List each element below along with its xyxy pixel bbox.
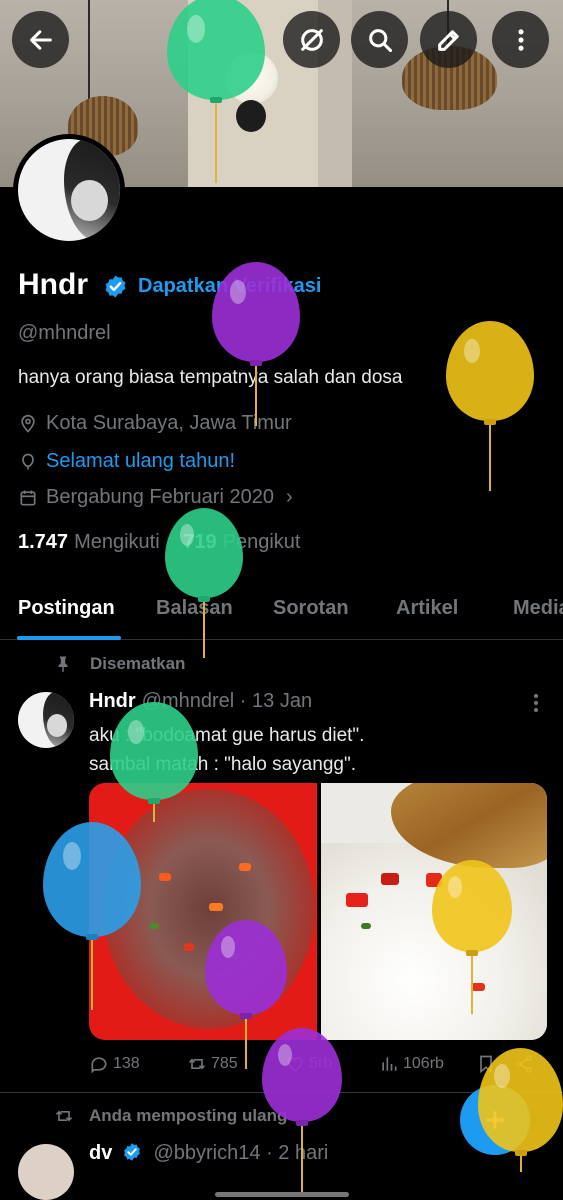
profile-joined[interactable]: Bergabung Februari 2020 › <box>18 486 293 509</box>
translate-toggle-button[interactable] <box>283 11 340 68</box>
balloon-purple <box>212 262 300 432</box>
reply-icon <box>91 1057 107 1074</box>
profile-birthday: Selamat ulang tahun! <box>18 450 235 473</box>
tab-highlights[interactable]: Sorotan <box>273 597 349 620</box>
repost-author-handle: @bbyrich14 <box>153 1142 261 1164</box>
verified-badge-icon[interactable] <box>103 274 128 299</box>
arrow-left-icon <box>29 29 52 50</box>
profile-avatar[interactable] <box>13 134 125 246</box>
balloon-icon <box>22 453 34 469</box>
tab-media[interactable]: Media <box>513 597 563 620</box>
post-author-avatar[interactable] <box>18 692 74 748</box>
edit-profile-button[interactable] <box>420 11 477 68</box>
joined-text: Bergabung Februari 2020 <box>46 486 274 508</box>
search-button[interactable] <box>351 11 408 68</box>
avatar-image <box>18 692 74 748</box>
balloon-blue <box>43 822 141 1012</box>
back-button[interactable] <box>12 11 69 68</box>
more-vertical-icon <box>517 28 524 51</box>
home-indicator <box>215 1192 349 1197</box>
profile-bio: hanya orang biasa tempatnya salah dan do… <box>18 367 403 388</box>
repost-indicator: Anda memposting ulang <box>54 1106 287 1126</box>
balloon-yellow <box>446 321 534 491</box>
repost-icon <box>188 1058 206 1070</box>
profile-handle: @mhndrel <box>18 322 111 344</box>
balloon-green <box>165 508 243 658</box>
reply-count: 138 <box>113 1055 140 1072</box>
birthday-link[interactable]: Selamat ulang tahun! <box>46 450 235 473</box>
views-count: 106rb <box>403 1055 444 1072</box>
avatar-image <box>18 139 120 241</box>
balloon-purple <box>262 1028 342 1200</box>
bar-chart-icon <box>382 1057 397 1071</box>
views-button[interactable]: 106rb <box>379 1054 444 1074</box>
following-link[interactable]: 1.747 Mengikuti <box>18 531 160 553</box>
reply-button[interactable]: 138 <box>89 1054 140 1074</box>
balloon-green <box>167 0 265 195</box>
balloon-yellow <box>432 860 512 1015</box>
repost-author-avatar[interactable] <box>18 1144 74 1200</box>
post-timestamp: · 13 Jan <box>239 690 313 712</box>
repost-label-text: Anda memposting ulang <box>89 1106 288 1125</box>
calendar-icon <box>20 490 36 505</box>
edit-icon <box>437 29 459 51</box>
verified-badge-icon <box>123 1143 140 1161</box>
balloon-yellow <box>478 1048 563 1173</box>
more-options-button[interactable] <box>492 11 549 68</box>
chevron-right-icon: › <box>285 486 293 508</box>
balloon-green <box>110 702 198 822</box>
location-pin-icon <box>21 414 35 433</box>
tab-posts[interactable]: Postingan <box>18 597 115 620</box>
following-label: Mengikuti <box>74 531 160 553</box>
profile-name: Hndr <box>18 268 88 301</box>
search-icon <box>368 28 392 52</box>
profile-tabs: Postingan Balasan Sorotan Artikel Media <box>0 585 563 640</box>
post-more-icon[interactable] <box>533 694 539 714</box>
active-tab-indicator <box>17 636 121 640</box>
follow-counts: 1.747Mengikuti 719Pengikut <box>18 531 300 554</box>
translate-off-icon <box>300 28 323 51</box>
tab-articles[interactable]: Artikel <box>396 597 458 620</box>
lamp-cord <box>88 0 90 100</box>
following-count: 1.747 <box>18 531 69 553</box>
repost-author-name[interactable]: dv <box>89 1142 112 1164</box>
repost-icon <box>55 1110 73 1122</box>
pin-icon <box>58 656 68 673</box>
